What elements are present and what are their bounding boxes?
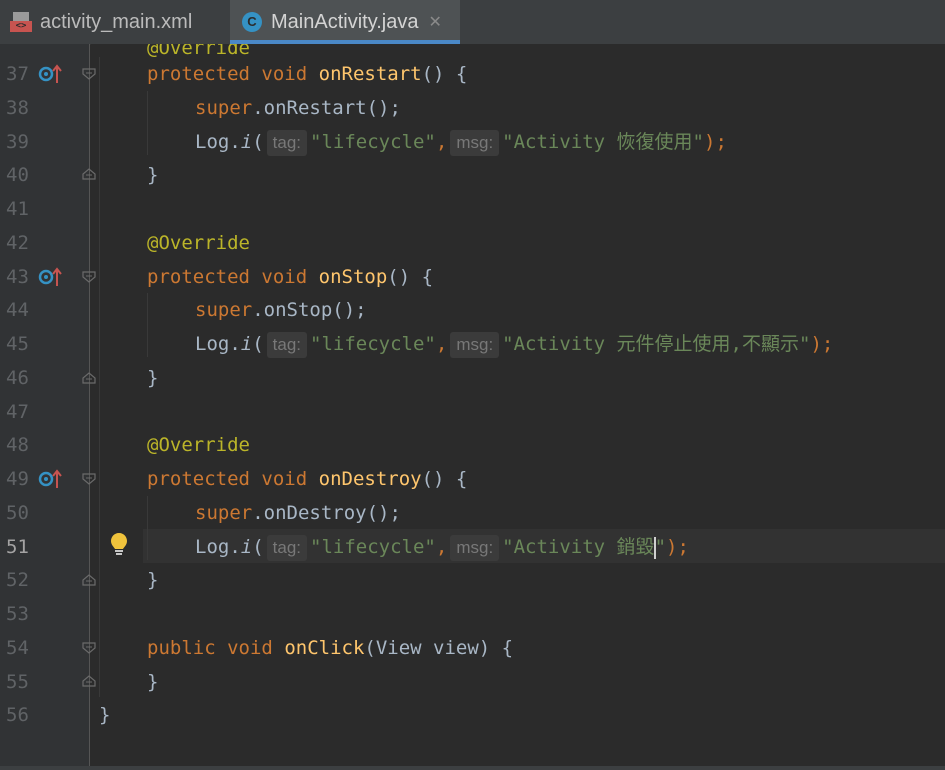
code-line-37[interactable]: protected void onRestart() { (147, 57, 467, 91)
code-line-39[interactable]: Log.i(tag: "lifecycle", msg: "Activity 恢復使用… (195, 125, 727, 159)
line-number: 50 (6, 502, 29, 524)
parameter-hint-tag: tag: (266, 129, 308, 156)
line-number: 49 (6, 468, 29, 490)
code-line-50[interactable]: super.onDestroy(); (195, 496, 401, 530)
code-line-42[interactable]: @Override (147, 226, 250, 260)
code-line-52[interactable]: } (147, 563, 158, 597)
line-number: 45 (6, 333, 29, 355)
tab-activity-main-xml[interactable]: <> activity_main.xml (0, 0, 230, 44)
fold-end-icon[interactable] (82, 675, 96, 687)
code-line-46[interactable]: } (147, 361, 158, 395)
fold-collapse-icon[interactable] (82, 271, 96, 283)
line-number: 55 (6, 671, 29, 693)
line-number: 56 (6, 704, 29, 726)
fold-end-icon[interactable] (82, 168, 96, 180)
parameter-hint-msg: msg: (450, 331, 500, 358)
lightbulb-icon[interactable] (110, 532, 128, 558)
code-line-51-current[interactable]: Log.i(tag: "lifecycle", msg: "Activity 銷毀")… (195, 530, 689, 564)
line-number: 37 (6, 63, 29, 85)
code-line-43[interactable]: protected void onStop() { (147, 260, 433, 294)
tab-label: MainActivity.java (271, 10, 419, 33)
parameter-hint-tag: tag: (266, 534, 308, 561)
code-line-56[interactable]: } (99, 698, 110, 732)
fold-collapse-icon[interactable] (82, 642, 96, 654)
line-number: 39 (6, 131, 29, 153)
code-line-48[interactable]: @Override (147, 428, 250, 462)
close-icon[interactable]: ✕ (428, 12, 441, 32)
line-number: 47 (6, 401, 29, 423)
indent-guide (99, 57, 100, 697)
fold-collapse-icon[interactable] (82, 68, 96, 80)
tab-label: activity_main.xml (40, 10, 193, 33)
fold-end-icon[interactable] (82, 574, 96, 586)
line-number: 43 (6, 266, 29, 288)
override-method-icon[interactable] (38, 63, 62, 85)
parameter-hint-tag: tag: (266, 331, 308, 358)
indent-guide (147, 293, 148, 357)
line-number: 41 (6, 198, 29, 220)
fold-collapse-icon[interactable] (82, 473, 96, 485)
line-number: 52 (6, 569, 29, 591)
code-line-45[interactable]: Log.i(tag: "lifecycle", msg: "Activity 元件停止… (195, 327, 833, 361)
code-line-40[interactable]: } (147, 158, 158, 192)
code-line-49[interactable]: protected void onDestroy() { (147, 462, 467, 496)
code-line-55[interactable]: } (147, 665, 158, 699)
editor-tab-bar: <> activity_main.xml C MainActivity.java… (0, 0, 945, 45)
line-number: 48 (6, 434, 29, 456)
line-number-current: 51 (6, 536, 29, 558)
parameter-hint-msg: msg: (450, 129, 500, 156)
xml-file-icon: <> (10, 12, 32, 32)
override-method-icon[interactable] (38, 266, 62, 288)
line-number: 54 (6, 637, 29, 659)
line-number: 53 (6, 603, 29, 625)
line-number: 44 (6, 299, 29, 321)
fold-end-icon[interactable] (82, 372, 96, 384)
tab-main-activity-java[interactable]: C MainActivity.java ✕ (230, 0, 460, 44)
line-number: 46 (6, 367, 29, 389)
code-line-54[interactable]: public void onClick(View view) { (147, 631, 513, 665)
indent-guide (147, 91, 148, 155)
bottom-edge (0, 766, 945, 770)
parameter-hint-msg: msg: (450, 534, 500, 561)
line-number: 40 (6, 164, 29, 186)
code-line-38[interactable]: super.onRestart(); (195, 91, 401, 125)
line-number: 42 (6, 232, 29, 254)
gutter-divider (89, 44, 90, 766)
java-class-icon: C (242, 12, 262, 32)
line-number: 38 (6, 97, 29, 119)
indent-guide (147, 496, 148, 560)
code-line-44[interactable]: super.onStop(); (195, 293, 367, 327)
override-method-icon[interactable] (38, 468, 62, 490)
